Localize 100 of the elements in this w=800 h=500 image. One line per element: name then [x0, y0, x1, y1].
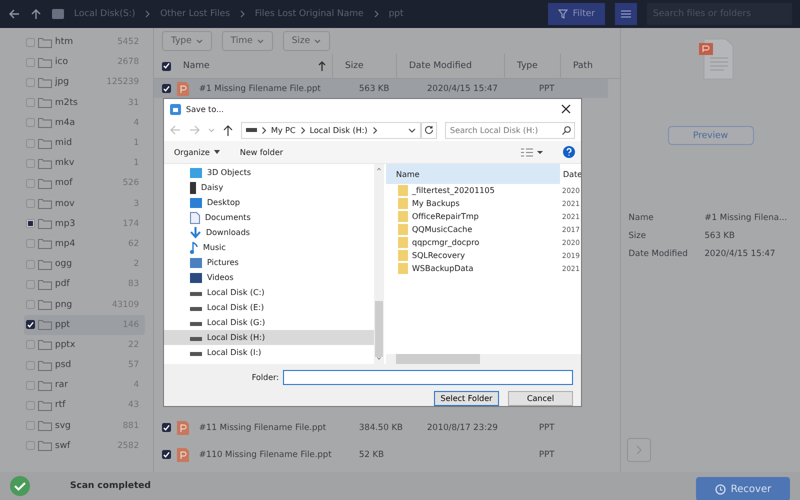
navigation-item[interactable]: Local Disk (H:) [164, 330, 374, 345]
folder-name[interactable]: QQMusicCache [412, 225, 558, 234]
navigation-item[interactable]: Pictures [164, 255, 374, 270]
navigation-item[interactable]: Desktop [164, 195, 374, 210]
help-icon[interactable] [563, 146, 575, 158]
checkbox[interactable] [26, 441, 35, 450]
up-arrow-icon[interactable] [223, 124, 233, 136]
expand-button[interactable] [627, 438, 651, 462]
checkbox[interactable] [26, 199, 35, 208]
address-bar[interactable]: My PC Local Disk (H:) [241, 122, 421, 138]
dialog-button[interactable]: Select Folder [434, 391, 499, 406]
up-arrow-icon[interactable] [30, 8, 42, 20]
filter-dropdown[interactable]: Size [282, 31, 330, 51]
checkbox[interactable] [26, 58, 35, 67]
checkbox[interactable] [162, 84, 171, 93]
address-crumb[interactable]: My PC [271, 126, 296, 134]
scrollbar-thumb[interactable] [396, 354, 480, 364]
navigation-item[interactable]: Downloads [164, 225, 374, 240]
navigation-item[interactable]: Music [164, 240, 374, 255]
new-folder-button[interactable]: New folder [240, 148, 284, 156]
navigation-item[interactable]: 3D Objects [164, 165, 374, 180]
column-header[interactable]: Path [573, 61, 593, 71]
view-options-icon[interactable] [521, 148, 543, 156]
forward-arrow-icon[interactable] [189, 125, 200, 135]
filter-dropdown[interactable]: Type [162, 31, 212, 51]
navigation-item[interactable]: Local Disk (I:) [164, 345, 374, 360]
sort-arrow-icon[interactable] [318, 61, 326, 71]
file-type-name: jpg [55, 77, 70, 88]
folder-name[interactable]: _filtertest_20201105 [412, 186, 558, 195]
refresh-button[interactable] [421, 122, 437, 138]
folder-icon [38, 97, 52, 108]
checkbox[interactable] [26, 300, 35, 310]
column-header[interactable]: Size [345, 61, 364, 71]
navigation-item[interactable]: Local Disk (E:) [164, 300, 374, 315]
filter-dropdown[interactable]: Time [222, 31, 273, 51]
checkbox[interactable] [26, 340, 35, 350]
folder-icon [38, 117, 52, 128]
checkbox[interactable] [26, 400, 35, 410]
breadcrumb-link[interactable]: Other Lost Files [160, 9, 230, 19]
breadcrumb-link[interactable]: ppt [388, 9, 404, 19]
checkbox[interactable] [26, 239, 35, 248]
navigation-item[interactable]: Documents [164, 210, 374, 225]
organize-menu[interactable]: Organize [174, 148, 210, 156]
file-size: 384.50 KB [358, 422, 404, 432]
checkbox[interactable] [26, 118, 35, 128]
chevron-right-icon [372, 126, 377, 134]
search-field[interactable]: Search Local Disk (H:) [445, 122, 575, 138]
detail-value: 563 KB [704, 231, 736, 241]
folder-name[interactable]: OfficeRepairTmp [412, 212, 558, 221]
file-row[interactable]: #11 Missing Filename File.ppt 384.50 KB 2010/8/17 23:29 PPT [154, 414, 608, 441]
folder-input[interactable] [283, 370, 573, 385]
chevron-down-icon[interactable] [408, 128, 416, 132]
folder-name[interactable]: SQLRecovery [412, 251, 558, 260]
checkbox[interactable] [26, 38, 35, 47]
folder-name[interactable]: My Backups [412, 199, 558, 208]
checkbox[interactable] [26, 138, 35, 148]
preview-button[interactable]: Preview [668, 126, 754, 145]
folder-name[interactable]: WSBackupData [412, 264, 558, 273]
navigation-item[interactable]: Videos [164, 270, 374, 285]
folder-icon [38, 238, 52, 250]
folder-icon [38, 198, 52, 210]
file-row[interactable]: #110 Missing Filename File.ppt 52 KB PPT [154, 441, 608, 468]
checkbox[interactable] [26, 320, 35, 330]
checkbox[interactable] [26, 360, 35, 370]
checkbox[interactable] [26, 280, 35, 289]
folder-name[interactable]: qqpcmgr_docpro [412, 238, 558, 247]
column-header[interactable]: Name [183, 61, 210, 71]
checkbox[interactable] [26, 98, 35, 108]
chevron-icon [145, 10, 150, 18]
file-type-name: mov [55, 198, 76, 209]
checkbox[interactable] [26, 421, 35, 430]
checkbox[interactable] [26, 380, 35, 390]
dialog-button[interactable]: Cancel [508, 391, 573, 406]
checkbox[interactable] [26, 219, 35, 228]
column-header[interactable]: Date Modified [409, 61, 472, 71]
column-header[interactable]: Name [386, 170, 560, 178]
filter-button[interactable]: Filter [548, 3, 605, 25]
checkbox[interactable] [26, 260, 35, 269]
navigation-item[interactable]: Local Disk (G:) [164, 315, 374, 330]
address-crumb[interactable]: Local Disk (H:) [310, 126, 368, 134]
scrollbar-thumb[interactable] [375, 300, 383, 358]
select-all-checkbox[interactable] [162, 62, 171, 70]
checkbox[interactable] [162, 450, 171, 459]
folder-icon [38, 218, 52, 230]
clock-icon [714, 484, 726, 494]
recover-button[interactable]: Recover [696, 477, 790, 500]
checkbox[interactable] [162, 423, 171, 432]
navigation-item[interactable]: Local Disk (C:) [164, 285, 374, 300]
checkbox[interactable] [26, 78, 35, 87]
column-header[interactable]: Type [517, 61, 538, 71]
checkbox[interactable] [26, 178, 35, 188]
file-row[interactable]: #1 Missing Filename File.ppt 563 KB 2020/4/15 15:47 PPT [154, 79, 608, 98]
checkbox[interactable] [26, 158, 35, 168]
menu-button[interactable] [615, 3, 637, 25]
caret-down-icon[interactable] [214, 150, 220, 154]
navigation-item[interactable]: Daisy [164, 180, 374, 195]
back-arrow-icon[interactable] [8, 8, 20, 20]
breadcrumb-link[interactable]: Local Disk(S:) [74, 9, 136, 19]
folder-icon [398, 198, 408, 209]
breadcrumb-link[interactable]: Files Lost Original Name [254, 9, 364, 19]
